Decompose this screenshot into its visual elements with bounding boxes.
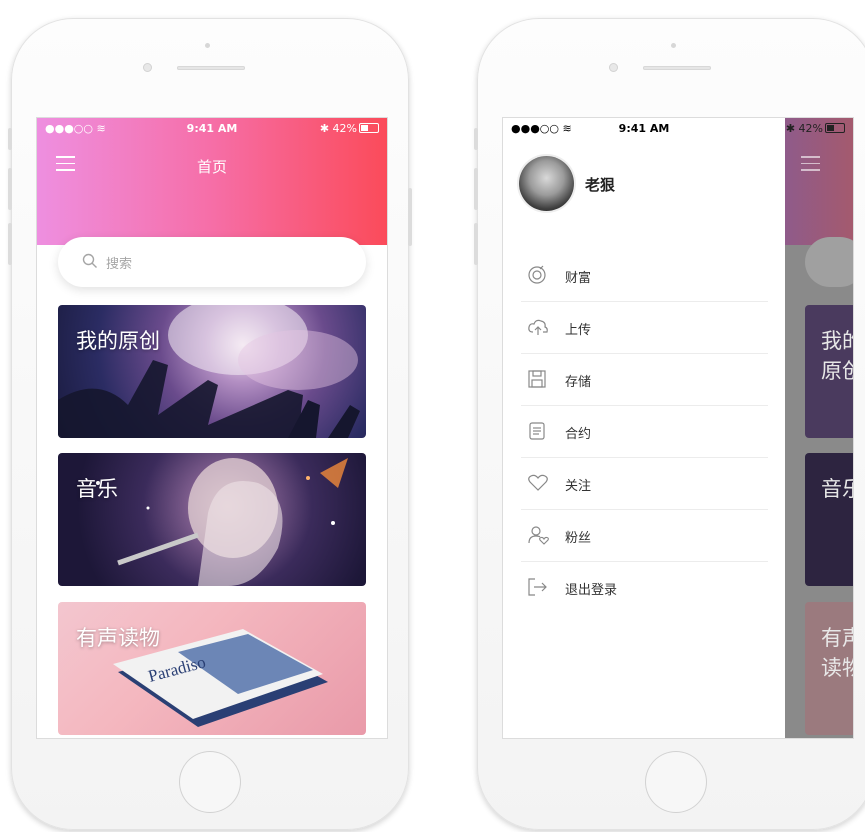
dimmed-card-title: 我的原创 [821, 329, 853, 383]
drawer-screen: 我的原创 音乐 有声读物 ●●●○○ ≋ 9:41 AM 老狠 财富 上传 存储… [503, 118, 853, 738]
home-screen: ●●●○○ ≋ 9:41 AM ✱ 42% 首页 搜索 我的原创 音乐 Para… [37, 118, 387, 738]
menu-label: 粉丝 [565, 531, 592, 546]
menu-label: 上传 [565, 323, 592, 338]
earpiece-speaker [177, 66, 245, 70]
logout-icon [528, 578, 547, 596]
card-title: 音乐 [76, 477, 118, 501]
phone-frame-left: ●●●○○ ≋ 9:41 AM ✱ 42% 首页 搜索 我的原创 音乐 Para… [8, 18, 412, 830]
menu-item-wealth[interactable]: 财富 [521, 250, 768, 302]
card-title: 我的原创 [76, 329, 160, 353]
side-drawer: ●●●○○ ≋ 9:41 AM 老狠 财富 上传 存储 合约 关注 粉丝 退出登… [503, 118, 785, 738]
menu-label: 合约 [565, 427, 592, 442]
save-icon [528, 370, 546, 388]
menu-label: 财富 [565, 271, 592, 286]
avatar[interactable] [519, 156, 574, 211]
menu-item-contract[interactable]: 合约 [521, 406, 768, 458]
volume-down-button [8, 223, 12, 265]
status-time: 9:41 AM [618, 122, 670, 135]
menu-label: 关注 [565, 479, 592, 494]
volume-up-button [474, 168, 478, 210]
dimmed-card-audiobook: 有声读物 [805, 602, 853, 735]
earpiece-speaker [643, 66, 711, 70]
bluetooth-icon: ✱ [319, 122, 333, 135]
contract-icon [529, 422, 545, 440]
dimmed-card-title: 音乐 [821, 477, 853, 501]
volume-down-button [474, 223, 478, 265]
wealth-icon [528, 265, 546, 284]
battery-icon [825, 123, 845, 133]
battery-percent: 42% [332, 122, 357, 135]
card-original[interactable]: 我的原创 [58, 305, 366, 438]
battery-icon [359, 123, 379, 133]
card-title: 有声读物 [76, 626, 160, 650]
proximity-sensor [671, 43, 676, 48]
search-input[interactable]: 搜索 [58, 237, 366, 287]
volume-up-button [8, 168, 12, 210]
status-bar: ●●●○○ ≋ 9:41 AM ✱ 42% [37, 118, 387, 138]
power-button [408, 188, 412, 246]
dimmed-search [805, 237, 853, 287]
mute-switch [8, 128, 12, 150]
username: 老狠 [585, 176, 616, 194]
upload-cloud-icon [528, 319, 548, 335]
dimmed-card-music: 音乐 [805, 453, 853, 586]
home-button[interactable] [179, 751, 241, 813]
search-placeholder: 搜索 [106, 257, 133, 272]
front-camera [609, 63, 618, 72]
menu-item-fans[interactable]: 粉丝 [521, 510, 768, 562]
mute-switch [474, 128, 478, 150]
heart-icon [528, 474, 548, 491]
card-audiobook[interactable]: Paradiso 有声读物 [58, 602, 366, 735]
battery-percent: 42% [798, 122, 823, 135]
phone-frame-right: 我的原创 音乐 有声读物 ●●●○○ ≋ 9:41 AM 老狠 财富 上传 存储… [474, 18, 865, 830]
home-button[interactable] [645, 751, 707, 813]
dimmed-card-original: 我的原创 [805, 305, 853, 438]
battery-indicator: ✱ 42% [320, 122, 379, 135]
front-camera [143, 63, 152, 72]
menu-item-upload[interactable]: 上传 [521, 302, 768, 354]
menu-label: 存储 [565, 375, 592, 390]
fans-icon [528, 526, 549, 545]
dimmed-content-overlay[interactable]: 我的原创 音乐 有声读物 [785, 118, 853, 738]
menu-item-storage[interactable]: 存储 [521, 354, 768, 406]
page-title: 首页 [196, 158, 227, 176]
dimmed-card-title: 有声读物 [821, 626, 853, 680]
bluetooth-icon: ✱ [785, 122, 799, 135]
menu-item-follow[interactable]: 关注 [521, 458, 768, 510]
menu-item-logout[interactable]: 退出登录 [521, 562, 768, 613]
search-icon [82, 253, 97, 268]
battery-indicator: ✱ 42% [786, 122, 845, 135]
drawer-menu: 财富 上传 存储 合约 关注 粉丝 退出登录 [521, 250, 768, 613]
dimmed-menu-icon [801, 156, 820, 171]
card-music[interactable]: 音乐 [58, 453, 366, 586]
menu-label: 退出登录 [565, 583, 618, 598]
proximity-sensor [205, 43, 210, 48]
